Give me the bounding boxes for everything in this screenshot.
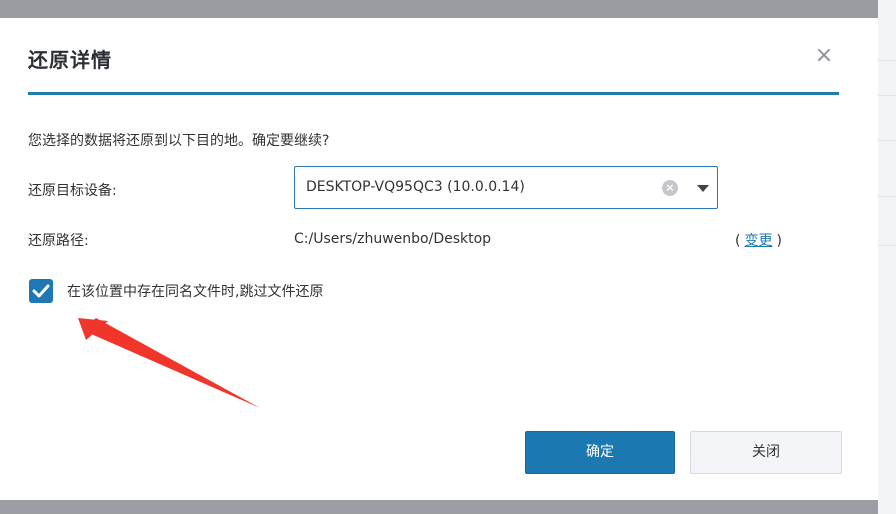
- title-divider: [28, 92, 839, 95]
- clear-circle-icon[interactable]: ×: [662, 180, 678, 196]
- confirm-prompt: 您选择的数据将还原到以下目的地。确定要继续?: [28, 133, 330, 149]
- skip-existing-checkbox[interactable]: [29, 279, 53, 303]
- paren-close: ): [776, 233, 782, 249]
- restore-path-label: 还原路径:: [28, 233, 89, 249]
- close-icon[interactable]: ×: [812, 44, 836, 68]
- restore-path-value: C:/Users/zhuwenbo/Desktop: [294, 231, 492, 247]
- backdrop-top: [0, 0, 896, 18]
- target-device-select[interactable]: DESKTOP-VQ95QC3 (10.0.0.14) ×: [294, 166, 718, 209]
- paren-open: (: [735, 233, 741, 249]
- checkmark-icon: [32, 284, 50, 298]
- backdrop-right: [878, 0, 896, 514]
- change-path-group: (变更): [735, 230, 782, 250]
- caret-down-icon[interactable]: [697, 185, 709, 192]
- dialog-title: 还原详情: [28, 48, 112, 72]
- restore-details-dialog: 还原详情 × 您选择的数据将还原到以下目的地。确定要继续? 还原目标设备: DE…: [0, 18, 878, 500]
- skip-existing-label: 在该位置中存在同名文件时,跳过文件还原: [67, 284, 324, 300]
- target-device-label: 还原目标设备:: [28, 183, 117, 199]
- confirm-button[interactable]: 确定: [525, 431, 675, 474]
- close-button[interactable]: 关闭: [690, 431, 842, 474]
- target-device-value: DESKTOP-VQ95QC3 (10.0.0.14): [306, 179, 525, 195]
- change-path-link[interactable]: 变更: [744, 233, 772, 249]
